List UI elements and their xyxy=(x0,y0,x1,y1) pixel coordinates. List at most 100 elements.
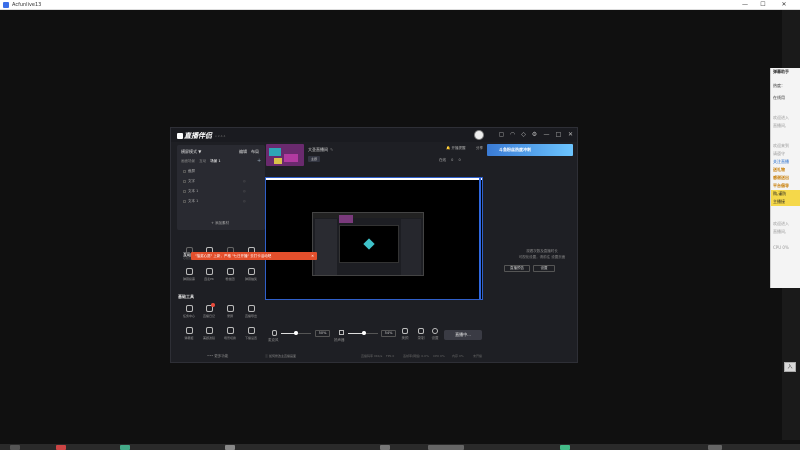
tool-end[interactable]: 下播设置 xyxy=(241,327,261,343)
collapse-tab[interactable]: 入 xyxy=(784,362,796,372)
live-preview[interactable] xyxy=(265,177,483,300)
tool-record[interactable]: 录屏 xyxy=(220,305,240,321)
source-checkbox[interactable] xyxy=(183,199,186,203)
source-row[interactable]: 截屏 xyxy=(183,169,195,174)
side-panel-line: 平台倡导 xyxy=(773,183,789,188)
speaker-volume-slider[interactable] xyxy=(348,331,378,335)
tool-diary[interactable]: 直播日记 xyxy=(199,303,219,321)
settings-control[interactable]: 设置 xyxy=(427,328,443,341)
tool-danmaku[interactable]: 弹幕姬 xyxy=(179,327,199,343)
scene-tabs: 画面场景 互动 场景 1 xyxy=(181,159,224,164)
source-checkbox[interactable] xyxy=(183,169,186,173)
live-settings-button[interactable]: 设置 xyxy=(533,265,555,272)
speaker-icon[interactable] xyxy=(339,330,344,335)
settings-icon[interactable]: ⚙ xyxy=(531,131,538,138)
taskbar-item[interactable] xyxy=(560,445,570,450)
side-panel-line: 感谢送出 xyxy=(773,175,789,180)
source-row[interactable]: 文字 xyxy=(183,179,195,184)
preview-notice-button[interactable]: 直播预告 xyxy=(504,265,530,272)
tool-export[interactable]: 直播导出 xyxy=(241,305,261,321)
avatar[interactable] xyxy=(474,130,484,140)
end-icon xyxy=(247,327,255,334)
nested-preview xyxy=(339,225,399,263)
tool-label: 直播日记 xyxy=(202,314,215,318)
edit-icon[interactable]: ✎ xyxy=(330,147,333,152)
slider-knob[interactable] xyxy=(294,331,298,335)
source-row[interactable]: 文本 1 xyxy=(183,199,198,204)
tool-lottery[interactable]: 弹幕抽奖 xyxy=(241,268,261,284)
taskbar-item[interactable] xyxy=(120,445,130,450)
skin-icon[interactable]: ◇ xyxy=(520,131,527,138)
visibility-icon[interactable]: ◎ xyxy=(243,199,246,203)
tab-scene-1[interactable]: 场景 1 xyxy=(210,159,220,163)
tool-label: 任务中心 xyxy=(182,314,195,318)
tool-label: 连麦PK xyxy=(204,277,214,281)
tool-switch[interactable]: 场景切换 xyxy=(220,327,240,343)
close-icon[interactable]: ✕ xyxy=(567,131,574,138)
app-logo: 直播伴侣 xyxy=(177,131,212,141)
tab-interact[interactable]: 互动 xyxy=(199,159,206,163)
layout-button[interactable]: 布局 xyxy=(251,149,259,155)
mic-volume-value[interactable]: 50% xyxy=(315,330,330,337)
headset-icon[interactable]: ◠ xyxy=(509,131,516,138)
mode-select[interactable]: 横屏模式 ▼ xyxy=(181,149,201,155)
message-icon[interactable]: ▢ xyxy=(498,131,505,138)
side-panel-line[interactable]: 关注直播 xyxy=(771,158,800,166)
notice-button[interactable]: 🔔 开播提醒 xyxy=(446,146,465,151)
room-title[interactable]: 大圣直播间 ✎ xyxy=(308,147,333,153)
danmaku-icon xyxy=(185,327,193,334)
cover-shape xyxy=(274,158,282,164)
edit-button[interactable]: 编辑 xyxy=(239,149,247,155)
basic-tools-title: 基础工具 xyxy=(178,294,194,299)
alert-text: "抽奖心愿" 上新，严格 "七日开播" 去打卡活动吧 xyxy=(195,254,272,258)
beauty-icon xyxy=(402,328,408,334)
preview-border-top xyxy=(266,178,482,180)
outer-close-button[interactable]: ✕ xyxy=(776,0,792,10)
visibility-icon[interactable]: ◎ xyxy=(243,179,246,183)
tab-scene[interactable]: 画面场景 xyxy=(181,159,195,163)
outer-maximize-button[interactable]: ☐ xyxy=(755,0,771,10)
source-checkbox[interactable] xyxy=(183,189,186,193)
taskbar-item[interactable] xyxy=(225,445,235,450)
promo-banner[interactable]: 斗鱼粉丝热度冲刺 xyxy=(487,144,573,156)
tool-label: 下播设置 xyxy=(244,336,257,340)
start-live-button[interactable]: 直播中... xyxy=(444,330,482,340)
share-button[interactable]: 分享 xyxy=(476,146,483,151)
help-tip[interactable]: ⓘ 如何修改主直播画面 xyxy=(265,354,296,358)
taskbar-item[interactable] xyxy=(380,445,390,450)
tool-vote[interactable]: 弹幕投票 xyxy=(179,268,199,284)
add-scene-button[interactable]: + xyxy=(257,158,261,164)
add-source-button[interactable]: + 添加素材 xyxy=(211,221,229,226)
app-header: 直播伴侣 v 2.4.4 ▢ ◠ ◇ ⚙ — □ ✕ xyxy=(171,128,577,142)
side-panel-line: 欢迎进入 xyxy=(773,221,789,226)
taskbar-item[interactable] xyxy=(56,445,66,450)
source-row[interactable]: 文本 1 xyxy=(183,189,198,194)
alert-banner[interactable]: "抽奖心愿" 上新，严格 "七日开播" 去打卡活动吧 ✕ xyxy=(191,252,317,260)
source-checkbox[interactable] xyxy=(183,179,186,183)
visibility-icon[interactable]: ◎ xyxy=(243,189,246,193)
tool-fans[interactable]: 粉丝团 xyxy=(220,268,240,284)
microphone-icon[interactable] xyxy=(272,330,277,336)
minimize-icon[interactable]: — xyxy=(543,131,550,138)
room-tag[interactable]: 主题 xyxy=(308,156,321,162)
room-cover[interactable] xyxy=(266,144,304,166)
tool-beauty[interactable]: 美颜滤镜 xyxy=(199,327,219,343)
mic-volume-slider[interactable] xyxy=(281,331,311,335)
maximize-icon[interactable]: □ xyxy=(555,131,562,138)
side-panel-line: 欢迎来到 xyxy=(773,143,789,148)
tool-link[interactable]: 连麦PK xyxy=(199,268,219,284)
outer-minimize-button[interactable]: — xyxy=(737,0,753,10)
taskbar-item[interactable] xyxy=(10,445,20,450)
nested-left-panel xyxy=(315,219,337,275)
taskbar-item[interactable] xyxy=(708,445,722,450)
lottery-icon xyxy=(247,268,255,275)
taskbar-item[interactable] xyxy=(428,445,464,450)
live-message-line: 可视化设置，请前往 设置页面 xyxy=(518,255,566,259)
network-status: 未开播 xyxy=(473,354,483,358)
slider-knob[interactable] xyxy=(362,331,366,335)
tool-task[interactable]: 任务中心 xyxy=(179,305,199,321)
alert-close-icon[interactable]: ✕ xyxy=(311,252,314,260)
nested-cube xyxy=(363,238,375,250)
beauty-control[interactable]: 美颜 xyxy=(397,328,413,341)
speaker-volume-value[interactable]: 54% xyxy=(381,330,396,337)
